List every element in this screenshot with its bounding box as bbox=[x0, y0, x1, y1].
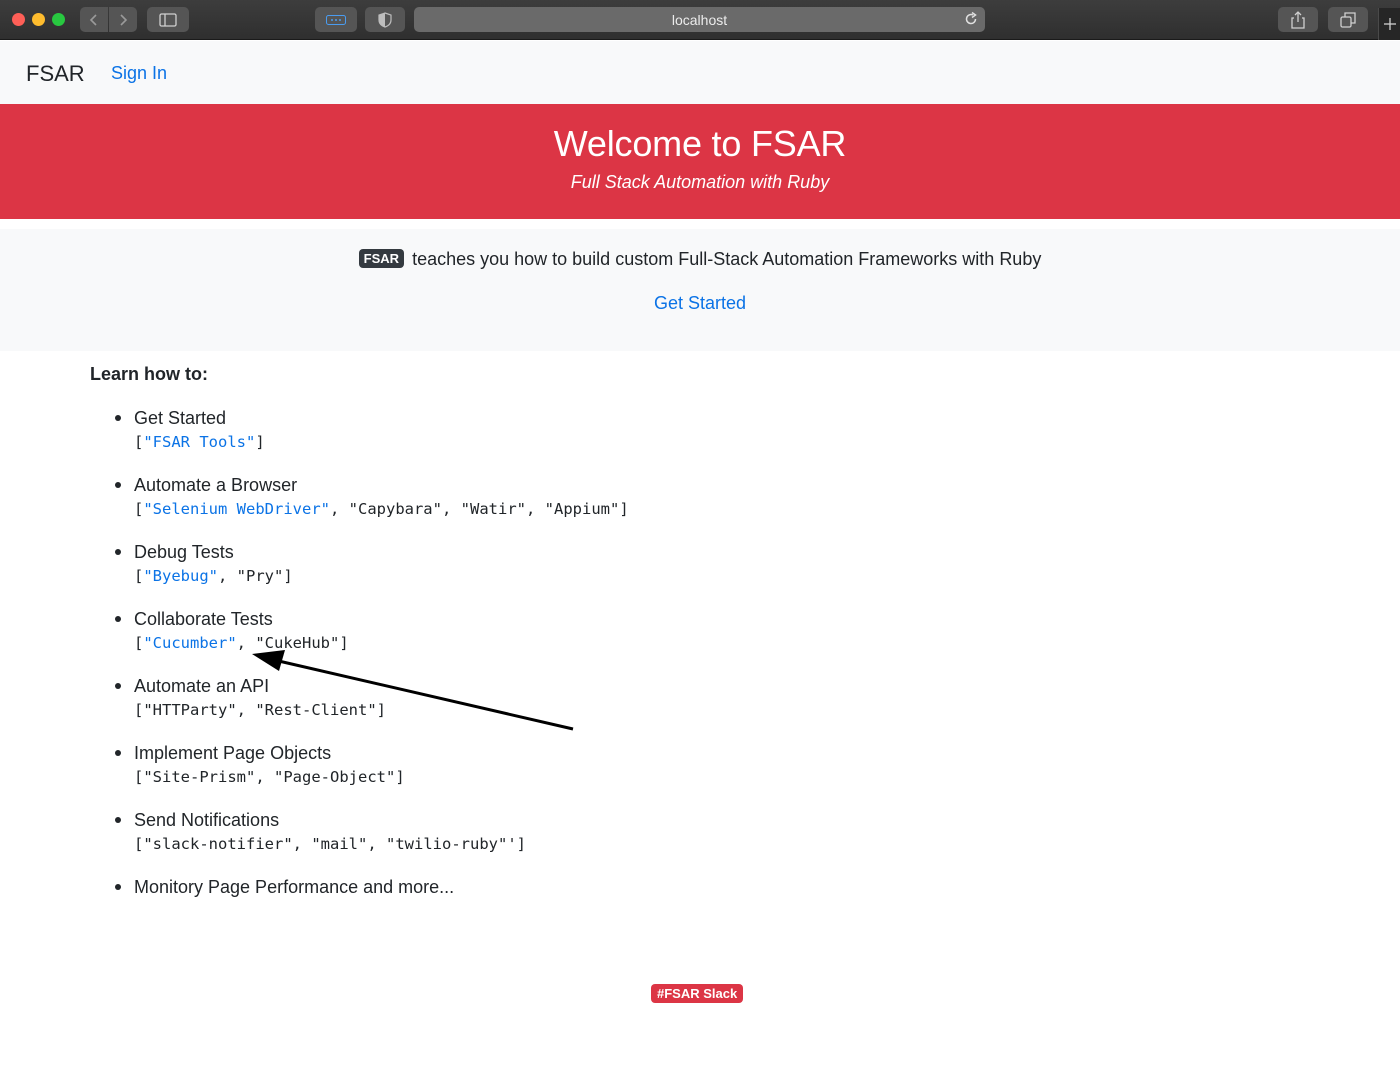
sidebar-button[interactable] bbox=[147, 7, 189, 32]
topic-title: Automate a Browser bbox=[134, 475, 298, 495]
get-started-link[interactable]: Get Started bbox=[0, 293, 1400, 314]
tool-name: "HTTParty" bbox=[143, 701, 237, 719]
browser-toolbar: localhost bbox=[0, 0, 1400, 40]
password-icon bbox=[326, 14, 346, 25]
tool-list: ["Cucumber", "CukeHub"] bbox=[134, 634, 349, 652]
tool-list: ["Site-Prism", "Page-Object"] bbox=[134, 768, 405, 786]
intro-line: FSAR teaches you how to build custom Ful… bbox=[0, 249, 1400, 270]
hero-title: Welcome to FSAR bbox=[553, 123, 847, 164]
tool-list-tail: ' bbox=[507, 835, 517, 853]
tool-link[interactable]: "FSAR Tools" bbox=[143, 433, 255, 451]
topic-item: Implement Page Objects ["Site-Prism", "Pa… bbox=[115, 742, 629, 809]
close-window-button[interactable] bbox=[12, 13, 25, 26]
minimize-window-button[interactable] bbox=[32, 13, 45, 26]
tool-name: "Pry" bbox=[236, 567, 284, 585]
tool-name: "Rest-Client" bbox=[255, 701, 377, 719]
password-button[interactable] bbox=[315, 7, 357, 32]
topic-item: Automate a Browser ["Selenium WebDriver",… bbox=[115, 474, 629, 541]
tabs-overview-button[interactable] bbox=[1328, 7, 1368, 32]
topic-title: Send Notifications bbox=[134, 810, 280, 830]
topic-title: Implement Page Objects bbox=[134, 743, 332, 763]
topic-item: Get Started ["FSAR Tools"] bbox=[115, 407, 629, 474]
privacy-shield-icon bbox=[378, 11, 392, 28]
tool-link[interactable]: "Byebug" bbox=[143, 567, 218, 585]
share-button[interactable] bbox=[1278, 7, 1318, 32]
topic-item: Collaborate Tests ["Cucumber", "CukeHub"] bbox=[115, 608, 629, 675]
tool-list: ["FSAR Tools"] bbox=[134, 433, 265, 451]
topics-list: Get Started ["FSAR Tools"] Automate a Brow… bbox=[115, 407, 629, 943]
tool-list: ["Byebug", "Pry"] bbox=[134, 567, 293, 585]
tool-name: "CukeHub" bbox=[255, 634, 340, 652]
intro-section: FSAR teaches you how to build custom Ful… bbox=[0, 229, 1400, 351]
topic-title: Monitory Page Performance and more... bbox=[134, 877, 455, 897]
tool-name: "Capybara" bbox=[348, 500, 442, 518]
new-tab-plus-icon bbox=[1384, 18, 1396, 30]
tool-name: "Appium" bbox=[544, 500, 620, 518]
tool-name: "Watir" bbox=[460, 500, 526, 518]
address-bar[interactable]: localhost bbox=[414, 7, 985, 32]
reload-icon[interactable] bbox=[963, 11, 979, 27]
tool-link[interactable]: "Selenium WebDriver" bbox=[143, 500, 330, 518]
sign-in-link[interactable]: Sign In bbox=[111, 63, 167, 84]
share-icon bbox=[1291, 10, 1305, 29]
tool-name: "twilio-ruby" bbox=[386, 835, 508, 853]
url-text: localhost bbox=[671, 12, 728, 28]
topic-item: Debug Tests ["Byebug", "Pry"] bbox=[115, 541, 629, 608]
intro-text: teaches you how to build custom Full-Sta… bbox=[412, 249, 1042, 269]
navbar-brand[interactable]: FSAR bbox=[26, 61, 85, 87]
topic-title: Collaborate Tests bbox=[134, 609, 273, 629]
topic-title: Automate an API bbox=[134, 676, 270, 696]
tool-name: "Site-Prism" bbox=[143, 768, 256, 786]
new-tab-button[interactable] bbox=[1378, 8, 1400, 40]
forward-button[interactable] bbox=[109, 7, 137, 32]
topic-title: Debug Tests bbox=[134, 542, 234, 562]
privacy-button[interactable] bbox=[365, 7, 405, 32]
fsar-badge: FSAR bbox=[358, 249, 405, 268]
topic-item: Send Notifications ["slack-notifier", "ma… bbox=[115, 809, 629, 876]
tool-name: "mail" bbox=[311, 835, 368, 853]
back-icon bbox=[89, 13, 97, 26]
topic-title: Get Started bbox=[134, 408, 227, 428]
learn-heading: Learn how to: bbox=[90, 364, 208, 384]
forward-icon bbox=[120, 13, 128, 26]
hero-subtitle: Full Stack Automation with Ruby bbox=[570, 172, 830, 192]
tool-link[interactable]: "Cucumber" bbox=[143, 634, 236, 652]
topic-item: Monitory Page Performance and more... bbox=[115, 876, 629, 943]
hero-banner: Welcome to FSAR Full Stack Automation wi… bbox=[0, 104, 1400, 219]
topic-item: Automate an API ["HTTParty", "Rest-Client… bbox=[115, 675, 629, 742]
slack-badge[interactable]: #FSAR Slack bbox=[651, 984, 744, 1003]
tool-name: "Page-Object" bbox=[274, 768, 396, 786]
zoom-window-button[interactable] bbox=[52, 13, 65, 26]
back-button[interactable] bbox=[80, 7, 108, 32]
tool-list: ["HTTParty", "Rest-Client"] bbox=[134, 701, 387, 719]
tabs-overview-icon bbox=[1340, 11, 1356, 28]
sidebar-icon bbox=[159, 12, 177, 27]
site-navbar: FSAR Sign In bbox=[0, 41, 1400, 104]
tool-name: "slack-notifier" bbox=[143, 835, 293, 853]
tool-list: ["slack-notifier", "mail", "twilio-ruby"… bbox=[134, 835, 527, 853]
tool-list: ["Selenium WebDriver", "Capybara", "Wati… bbox=[134, 500, 629, 518]
